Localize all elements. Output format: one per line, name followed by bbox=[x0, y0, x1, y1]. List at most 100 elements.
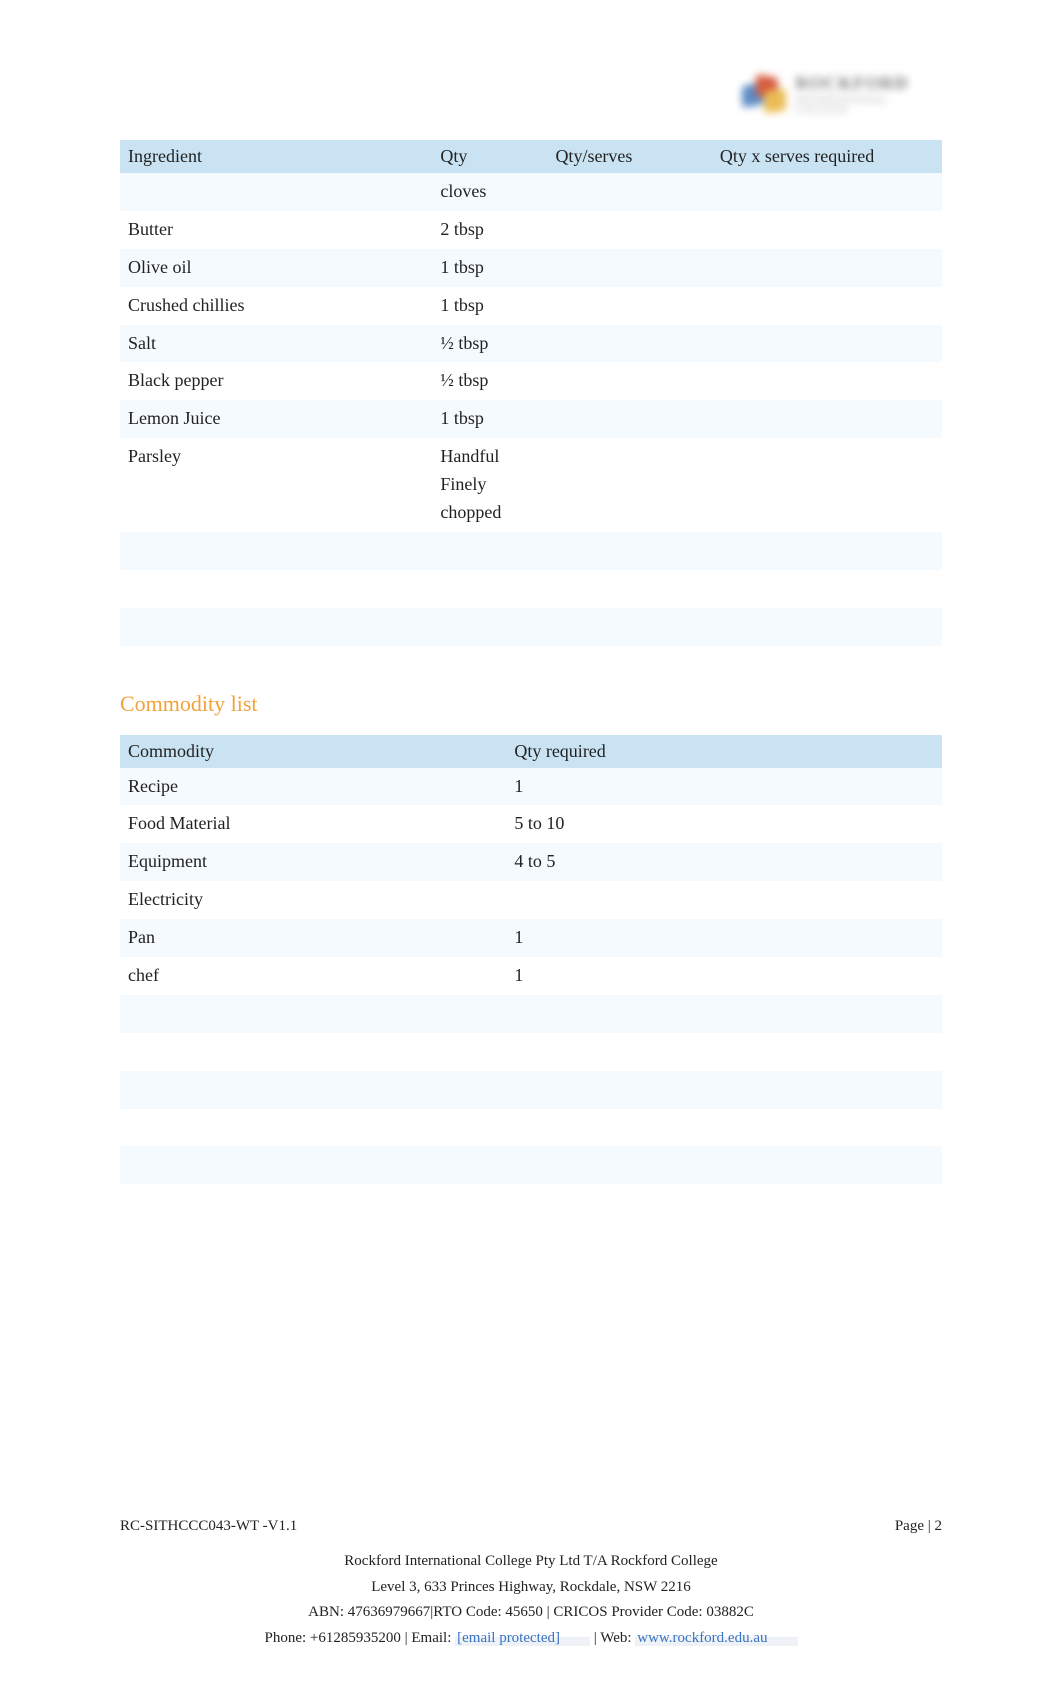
table-row: Equipment 4 to 5 bbox=[120, 843, 942, 881]
footer-line-3: ABN: 47636979667|RTO Code: 45650 | CRICO… bbox=[120, 1600, 942, 1626]
footer-address-block: Rockford International College Pty Ltd T… bbox=[120, 1549, 942, 1651]
commodity-cell: Equipment bbox=[120, 843, 506, 881]
commodity-header-row: Commodity Qty required bbox=[120, 735, 942, 768]
table-row bbox=[120, 1184, 942, 1222]
commodity-qty-cell: 4 to 5 bbox=[506, 843, 942, 881]
commodity-cell bbox=[120, 1184, 506, 1222]
logo-mark-icon bbox=[742, 76, 785, 114]
ingredient-cell: Salt bbox=[120, 325, 432, 363]
col-header-qty-serves: Qty/serves bbox=[547, 140, 711, 173]
qty-required-cell bbox=[712, 211, 942, 249]
table-row: Parsley Handful Finely chopped bbox=[120, 438, 942, 532]
commodity-cell bbox=[120, 995, 506, 1033]
table-row: Recipe 1 bbox=[120, 768, 942, 806]
commodity-qty-cell bbox=[506, 881, 942, 919]
col-header-qty: Qty bbox=[432, 140, 547, 173]
commodity-qty-cell bbox=[506, 1109, 942, 1147]
table-row: cloves bbox=[120, 173, 942, 211]
qty-serves-cell bbox=[547, 532, 711, 570]
footer-web-prefix: | Web: bbox=[590, 1630, 635, 1646]
qty-cell: 1 tbsp bbox=[432, 287, 547, 325]
qty-cell bbox=[432, 532, 547, 570]
commodity-qty-cell bbox=[506, 1033, 942, 1071]
footer-email-link[interactable]: [email protected] bbox=[455, 1630, 590, 1646]
table-row bbox=[120, 532, 942, 570]
qty-serves-cell bbox=[547, 400, 711, 438]
qty-required-cell bbox=[712, 362, 942, 400]
qty-cell: ½ tbsp bbox=[432, 325, 547, 363]
table-row bbox=[120, 995, 942, 1033]
qty-cell: 1 tbsp bbox=[432, 249, 547, 287]
brand-logo: ROCKFORD INTERNATIONAL COLLEGE bbox=[742, 70, 942, 120]
table-row bbox=[120, 608, 942, 646]
qty-required-cell bbox=[712, 570, 942, 608]
qty-cell: Handful Finely chopped bbox=[432, 438, 547, 532]
ingredient-cell bbox=[120, 570, 432, 608]
qty-required-cell bbox=[712, 173, 942, 211]
qty-required-cell bbox=[712, 249, 942, 287]
table-row bbox=[120, 1033, 942, 1071]
qty-cell: 2 tbsp bbox=[432, 211, 547, 249]
table-row: Black pepper ½ tbsp bbox=[120, 362, 942, 400]
commodity-qty-cell bbox=[506, 995, 942, 1033]
commodity-cell: Electricity bbox=[120, 881, 506, 919]
table-row: Pan 1 bbox=[120, 919, 942, 957]
table-row: Olive oil 1 tbsp bbox=[120, 249, 942, 287]
table-row: Electricity bbox=[120, 881, 942, 919]
qty-cell: cloves bbox=[432, 173, 547, 211]
ingredient-cell: Butter bbox=[120, 211, 432, 249]
footer-line-2: Level 3, 633 Princes Highway, Rockdale, … bbox=[120, 1575, 942, 1601]
ingredient-cell bbox=[120, 608, 432, 646]
commodity-cell: Food Material bbox=[120, 805, 506, 843]
table-row: chef 1 bbox=[120, 957, 942, 995]
commodity-qty-cell bbox=[506, 1146, 942, 1184]
qty-serves-cell bbox=[547, 249, 711, 287]
col-header-commodity: Commodity bbox=[120, 735, 506, 768]
commodity-cell bbox=[120, 1033, 506, 1071]
footer-web-link[interactable]: www.rockford.edu.au bbox=[635, 1630, 797, 1646]
ingredient-cell: Olive oil bbox=[120, 249, 432, 287]
footer-phone: Phone: +61285935200 | Email: bbox=[265, 1630, 456, 1646]
qty-cell: ½ tbsp bbox=[432, 362, 547, 400]
qty-cell: 1 tbsp bbox=[432, 400, 547, 438]
commodity-cell bbox=[120, 1146, 506, 1184]
commodity-cell: Pan bbox=[120, 919, 506, 957]
qty-required-cell bbox=[712, 287, 942, 325]
table-row bbox=[120, 570, 942, 608]
qty-cell bbox=[432, 570, 547, 608]
qty-required-cell bbox=[712, 532, 942, 570]
commodity-qty-cell: 1 bbox=[506, 919, 942, 957]
qty-cell bbox=[432, 608, 547, 646]
qty-required-cell bbox=[712, 400, 942, 438]
document-code: RC-SITHCCC043-WT -V1.1 bbox=[120, 1518, 297, 1535]
page-number: Page | 2 bbox=[895, 1518, 942, 1535]
commodity-list-heading: Commodity list bbox=[120, 691, 942, 717]
logo-text: ROCKFORD INTERNATIONAL COLLEGE bbox=[795, 74, 942, 116]
col-header-qty-required: Qty required bbox=[506, 735, 942, 768]
commodity-qty-cell: 1 bbox=[506, 768, 942, 806]
logo-title: ROCKFORD bbox=[795, 74, 942, 92]
col-header-qty-required: Qty x serves required bbox=[712, 140, 942, 173]
table-row: Crushed chillies 1 tbsp bbox=[120, 287, 942, 325]
ingredient-cell: Black pepper bbox=[120, 362, 432, 400]
commodity-cell: Recipe bbox=[120, 768, 506, 806]
footer-line-1: Rockford International College Pty Ltd T… bbox=[120, 1549, 942, 1575]
ingredient-cell bbox=[120, 173, 432, 211]
page-footer: RC-SITHCCC043-WT -V1.1 Page | 2 Rockford… bbox=[120, 1468, 942, 1651]
commodity-cell bbox=[120, 1109, 506, 1147]
qty-serves-cell bbox=[547, 211, 711, 249]
table-row: Food Material 5 to 10 bbox=[120, 805, 942, 843]
table-row bbox=[120, 1146, 942, 1184]
logo-bar: ROCKFORD INTERNATIONAL COLLEGE bbox=[120, 70, 942, 120]
qty-serves-cell bbox=[547, 570, 711, 608]
ingredient-cell bbox=[120, 532, 432, 570]
ingredients-table: Ingredient Qty Qty/serves Qty x serves r… bbox=[120, 140, 942, 646]
ingredients-body: cloves Butter 2 tbsp Olive oil 1 tbsp Cr… bbox=[120, 173, 942, 646]
commodity-qty-cell bbox=[506, 1071, 942, 1109]
qty-required-cell bbox=[712, 608, 942, 646]
commodity-qty-cell: 1 bbox=[506, 957, 942, 995]
commodity-qty-cell bbox=[506, 1184, 942, 1222]
commodity-table: Commodity Qty required Recipe 1 Food Mat… bbox=[120, 735, 942, 1223]
commodity-body: Recipe 1 Food Material 5 to 10 Equipment… bbox=[120, 768, 942, 1223]
logo-subtitle: INTERNATIONAL COLLEGE bbox=[795, 96, 942, 116]
